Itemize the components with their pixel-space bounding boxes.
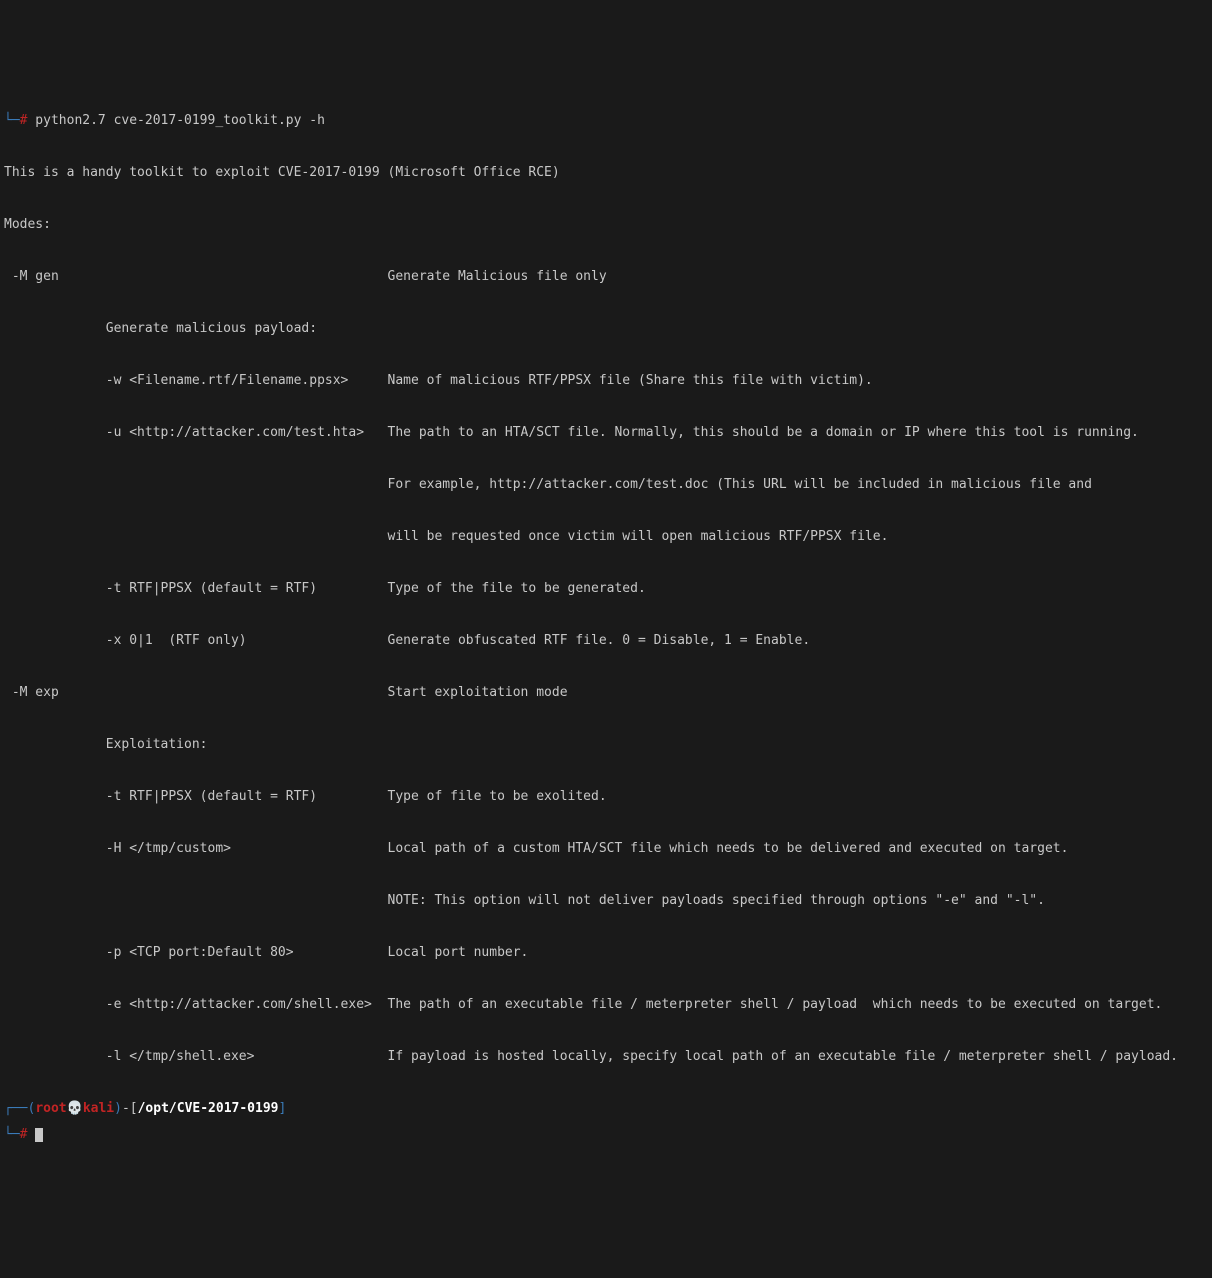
prompt2-host: kali [83, 1101, 114, 1116]
prompt2-corner: ┌── [4, 1101, 27, 1116]
prompt2-hash: # [20, 1127, 28, 1142]
prompt-line-2-bottom: └─# [4, 1122, 1208, 1148]
command-input[interactable]: python2.7 cve-2017-0199_toolkit.py -h [27, 108, 324, 134]
prompt-line-2-top: ┌──(root💀kali)-[/opt/CVE-2017-0199] [4, 1096, 1208, 1122]
cursor[interactable] [35, 1128, 43, 1142]
prompt-line-1: └─# python2.7 cve-2017-0199_toolkit.py -… [4, 108, 1208, 134]
prompt2-close: ) [114, 1101, 122, 1116]
terminal-output: This is a handy toolkit to exploit CVE-2… [4, 134, 1208, 1070]
prompt2-line2: └─ [4, 1127, 20, 1142]
prompt2-end: ] [279, 1101, 287, 1116]
prompt2-user: root [35, 1101, 66, 1116]
skull-icon: 💀 [67, 1101, 83, 1116]
prompt2-sep: -[ [122, 1101, 138, 1116]
prompt2-path: /opt/CVE-2017-0199 [138, 1101, 279, 1116]
prompt-corner: └─ [4, 108, 20, 134]
prompt-hash: # [20, 108, 28, 134]
prompt2-open: ( [27, 1101, 35, 1116]
